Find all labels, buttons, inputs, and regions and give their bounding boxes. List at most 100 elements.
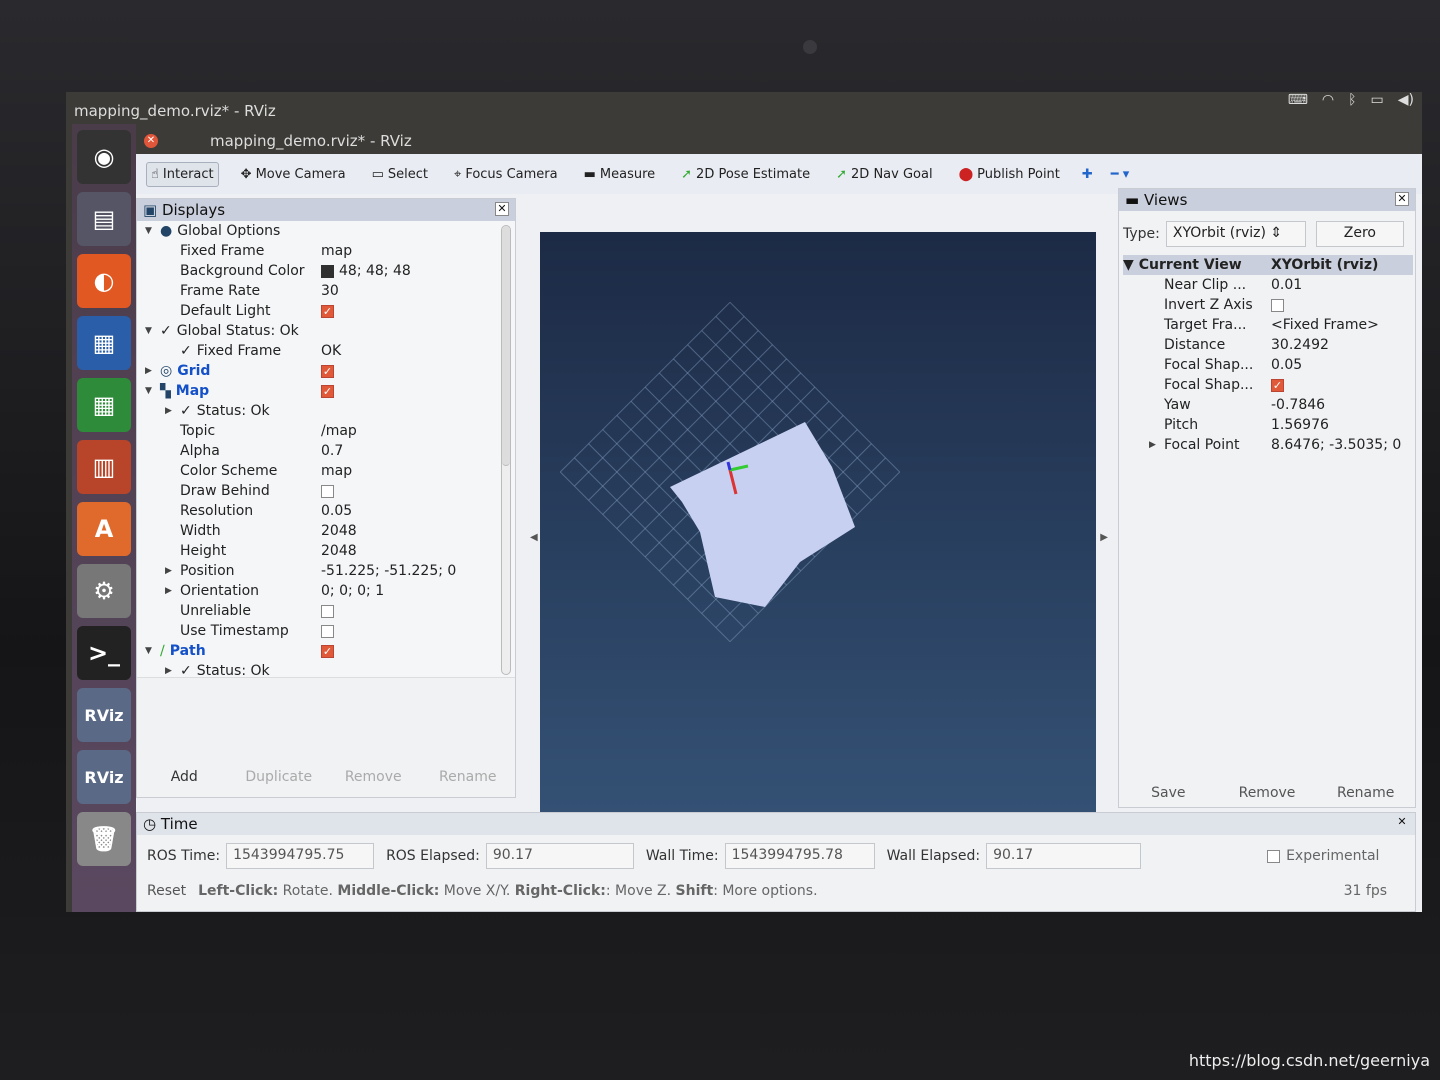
duplicate-button[interactable]: Duplicate: [232, 763, 327, 791]
row-checkbox[interactable]: ✓: [321, 384, 334, 398]
launcher-ubuntu-dash-icon[interactable]: ◉: [77, 130, 131, 184]
tree-row-focal-shap-[interactable]: Focal Shap... 0.05: [1123, 355, 1413, 375]
displays-tree[interactable]: ▼ ● Global Options Fixed Frame map Background…: [137, 221, 515, 677]
add-button[interactable]: Add: [137, 763, 232, 791]
tree-row-status-ok[interactable]: ▶ ✓ Status: Ok: [137, 661, 515, 677]
remove-button[interactable]: Remove: [326, 763, 421, 791]
expand-arrow-icon[interactable]: ▶: [1149, 440, 1159, 450]
current-view-row[interactable]: ▼ Current View XYOrbit (rviz): [1123, 255, 1413, 275]
reset-button[interactable]: Reset: [147, 883, 186, 899]
keyboard-icon[interactable]: ⌨: [1288, 92, 1308, 108]
expand-arrow-icon[interactable]: ▶: [165, 566, 175, 576]
launcher-firefox-icon[interactable]: ◐: [77, 254, 131, 308]
tree-row-pitch[interactable]: Pitch 1.56976: [1123, 415, 1413, 435]
close-displays-button[interactable]: ✕: [495, 202, 509, 216]
tree-row-frame-rate[interactable]: Frame Rate 30: [137, 281, 515, 301]
zero-button[interactable]: Zero: [1315, 221, 1404, 247]
tree-row-focal-point[interactable]: ▶ Focal Point 8.6476; -3.5035; 0: [1123, 435, 1413, 455]
row-checkbox[interactable]: [321, 484, 334, 498]
volume-icon[interactable]: ◀): [1398, 92, 1414, 108]
add-tool-icon[interactable]: ✚: [1082, 167, 1093, 182]
tree-row-width[interactable]: Width 2048: [137, 521, 515, 541]
tree-row-distance[interactable]: Distance 30.2492: [1123, 335, 1413, 355]
remove-view-button[interactable]: Remove: [1218, 779, 1317, 807]
tool-2d-pose-estimate-button[interactable]: ➚ 2D Pose Estimate: [677, 163, 814, 186]
close-window-button[interactable]: ✕: [144, 134, 158, 148]
launcher-files-icon[interactable]: ▤: [77, 192, 131, 246]
tree-row-default-light[interactable]: Default Light ✓: [137, 301, 515, 321]
row-checkbox[interactable]: [321, 604, 334, 618]
tool-interact-button[interactable]: ☝ Interact: [146, 161, 219, 187]
rename-button[interactable]: Rename: [421, 763, 516, 791]
tree-row-alpha[interactable]: Alpha 0.7: [137, 441, 515, 461]
launcher-calc-icon[interactable]: ▦: [77, 378, 131, 432]
expand-arrow-icon[interactable]: ▶: [165, 586, 175, 596]
remove-tool-icon[interactable]: ━ ▾: [1111, 167, 1129, 182]
tree-row-resolution[interactable]: Resolution 0.05: [137, 501, 515, 521]
wifi-icon[interactable]: ◠: [1322, 92, 1334, 108]
tree-row-draw-behind[interactable]: Draw Behind: [137, 481, 515, 501]
expand-arrow-icon[interactable]: ▼: [145, 646, 155, 656]
tree-row-grid[interactable]: ▶ ◎ Grid ✓: [137, 361, 515, 381]
row-checkbox[interactable]: [1271, 298, 1284, 312]
tree-row-focal-shap-[interactable]: Focal Shap... ✓: [1123, 375, 1413, 395]
expand-arrow-icon[interactable]: ▼: [145, 326, 155, 336]
tree-row-position[interactable]: ▶ Position -51.225; -51.225; 0: [137, 561, 515, 581]
tree-row-orientation[interactable]: ▶ Orientation 0; 0; 0; 1: [137, 581, 515, 601]
row-checkbox[interactable]: ✓: [321, 304, 334, 318]
launcher-impress-icon[interactable]: ▥: [77, 440, 131, 494]
tool-move-camera-button[interactable]: ✥ Move Camera: [237, 163, 350, 186]
launcher-rviz-icon[interactable]: RViz: [77, 750, 131, 804]
tree-row-near-clip-[interactable]: Near Clip ... 0.01: [1123, 275, 1413, 295]
tree-row-global-status-ok[interactable]: ▼ ✓ Global Status: Ok: [137, 321, 515, 341]
experimental-checkbox[interactable]: [1267, 849, 1281, 863]
launcher-settings-icon[interactable]: ⚙: [77, 564, 131, 618]
row-checkbox[interactable]: [321, 624, 334, 638]
tree-row-height[interactable]: Height 2048: [137, 541, 515, 561]
tree-row-background-color[interactable]: Background Color 48; 48; 48: [137, 261, 515, 281]
row-checkbox[interactable]: ✓: [321, 364, 334, 378]
tree-row-unreliable[interactable]: Unreliable: [137, 601, 515, 621]
view-type-select[interactable]: XYOrbit (rviz) ⇕: [1165, 221, 1306, 247]
tool-publish-point-button[interactable]: ⬤ Publish Point: [955, 163, 1064, 186]
launcher-trash-icon[interactable]: 🗑: [77, 812, 131, 866]
tool-measure-button[interactable]: ▬ Measure: [580, 163, 660, 186]
tool-focus-camera-button[interactable]: ⌖ Focus Camera: [450, 163, 562, 186]
launcher-terminal-icon[interactable]: >_: [77, 626, 131, 680]
wall-time-field[interactable]: 1543994795.78: [724, 843, 875, 869]
displays-scrollbar[interactable]: [501, 225, 511, 675]
expand-arrow-icon[interactable]: ▶: [165, 406, 175, 416]
tree-row-target-fra-[interactable]: Target Fra... <Fixed Frame>: [1123, 315, 1413, 335]
launcher-rviz-icon[interactable]: RViz: [77, 688, 131, 742]
tool-2d-nav-goal-button[interactable]: ➚ 2D Nav Goal: [832, 163, 936, 186]
expand-arrow-icon[interactable]: ▼: [145, 226, 155, 236]
tree-row-topic[interactable]: Topic/map: [137, 421, 515, 441]
collapse-right-arrow[interactable]: ▶: [1100, 532, 1108, 543]
tree-row-color-scheme[interactable]: Color Scheme map: [137, 461, 515, 481]
close-time-button[interactable]: ✕: [1395, 816, 1409, 830]
3d-view[interactable]: ◀ ▶: [530, 232, 1108, 844]
launcher-software-center-icon[interactable]: A: [77, 502, 131, 556]
tree-row-status-ok[interactable]: ▶ ✓ Status: Ok: [137, 401, 515, 421]
tree-row-map[interactable]: ▼ ▚ Map ✓: [137, 381, 515, 401]
rename-view-button[interactable]: Rename: [1316, 779, 1415, 807]
tree-row-fixed-frame[interactable]: Fixed Frame map: [137, 241, 515, 261]
launcher-writer-icon[interactable]: ▦: [77, 316, 131, 370]
save-button[interactable]: Save: [1119, 779, 1218, 807]
row-checkbox[interactable]: ✓: [1271, 378, 1284, 392]
tree-row-use-timestamp[interactable]: Use Timestamp: [137, 621, 515, 641]
collapse-left-arrow[interactable]: ◀: [530, 532, 538, 543]
bluetooth-icon[interactable]: ᛒ: [1348, 92, 1356, 108]
tree-row-fixed-frame[interactable]: ✓ Fixed Frame OK: [137, 341, 515, 361]
tree-row-yaw[interactable]: Yaw -0.7846: [1123, 395, 1413, 415]
ros-elapsed-field[interactable]: 90.17: [485, 843, 634, 869]
wall-elapsed-field[interactable]: 90.17: [986, 843, 1142, 869]
expand-arrow-icon[interactable]: ▼: [145, 386, 155, 396]
tool-select-button[interactable]: ▭ Select: [368, 163, 432, 186]
battery-icon[interactable]: ▭: [1371, 92, 1384, 108]
expand-arrow-icon[interactable]: ▶: [165, 666, 175, 676]
ros-time-field[interactable]: 1543994795.75: [226, 843, 375, 869]
close-views-button[interactable]: ✕: [1395, 192, 1409, 206]
expand-arrow-icon[interactable]: ▶: [145, 366, 155, 376]
row-checkbox[interactable]: ✓: [321, 644, 334, 658]
